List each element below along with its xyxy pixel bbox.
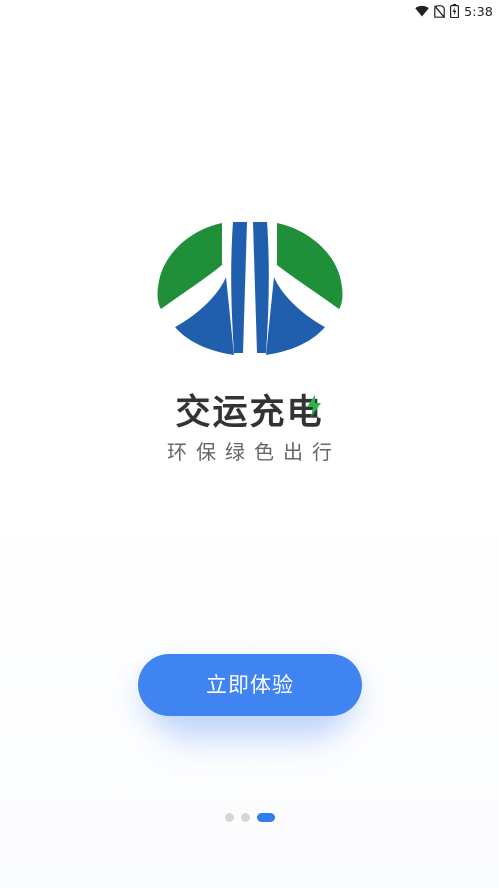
page-indicator-dot-2[interactable] — [240, 813, 250, 822]
page-indicator — [0, 813, 499, 822]
wifi-icon — [415, 5, 429, 17]
status-time: 5:38 — [464, 3, 493, 19]
logo-mark-icon — [157, 222, 342, 355]
lightning-bolt-icon — [305, 395, 323, 421]
status-bar: 5:38 — [0, 0, 499, 22]
page-indicator-dot-3-active[interactable] — [256, 813, 275, 822]
app-logo — [0, 215, 499, 360]
page-indicator-dot-1[interactable] — [224, 813, 234, 822]
status-icons: 5:38 — [415, 2, 493, 20]
brand-name: 交运充电 — [175, 393, 324, 433]
battery-charging-icon — [450, 4, 460, 18]
slogan: 环保绿色出行 — [167, 440, 341, 464]
try-now-button[interactable]: 立即体验 — [138, 654, 362, 716]
no-sim-icon — [434, 4, 446, 18]
welcome-screen: 5:38 交运充电 环保绿色出行 立即体验 — [0, 0, 499, 888]
